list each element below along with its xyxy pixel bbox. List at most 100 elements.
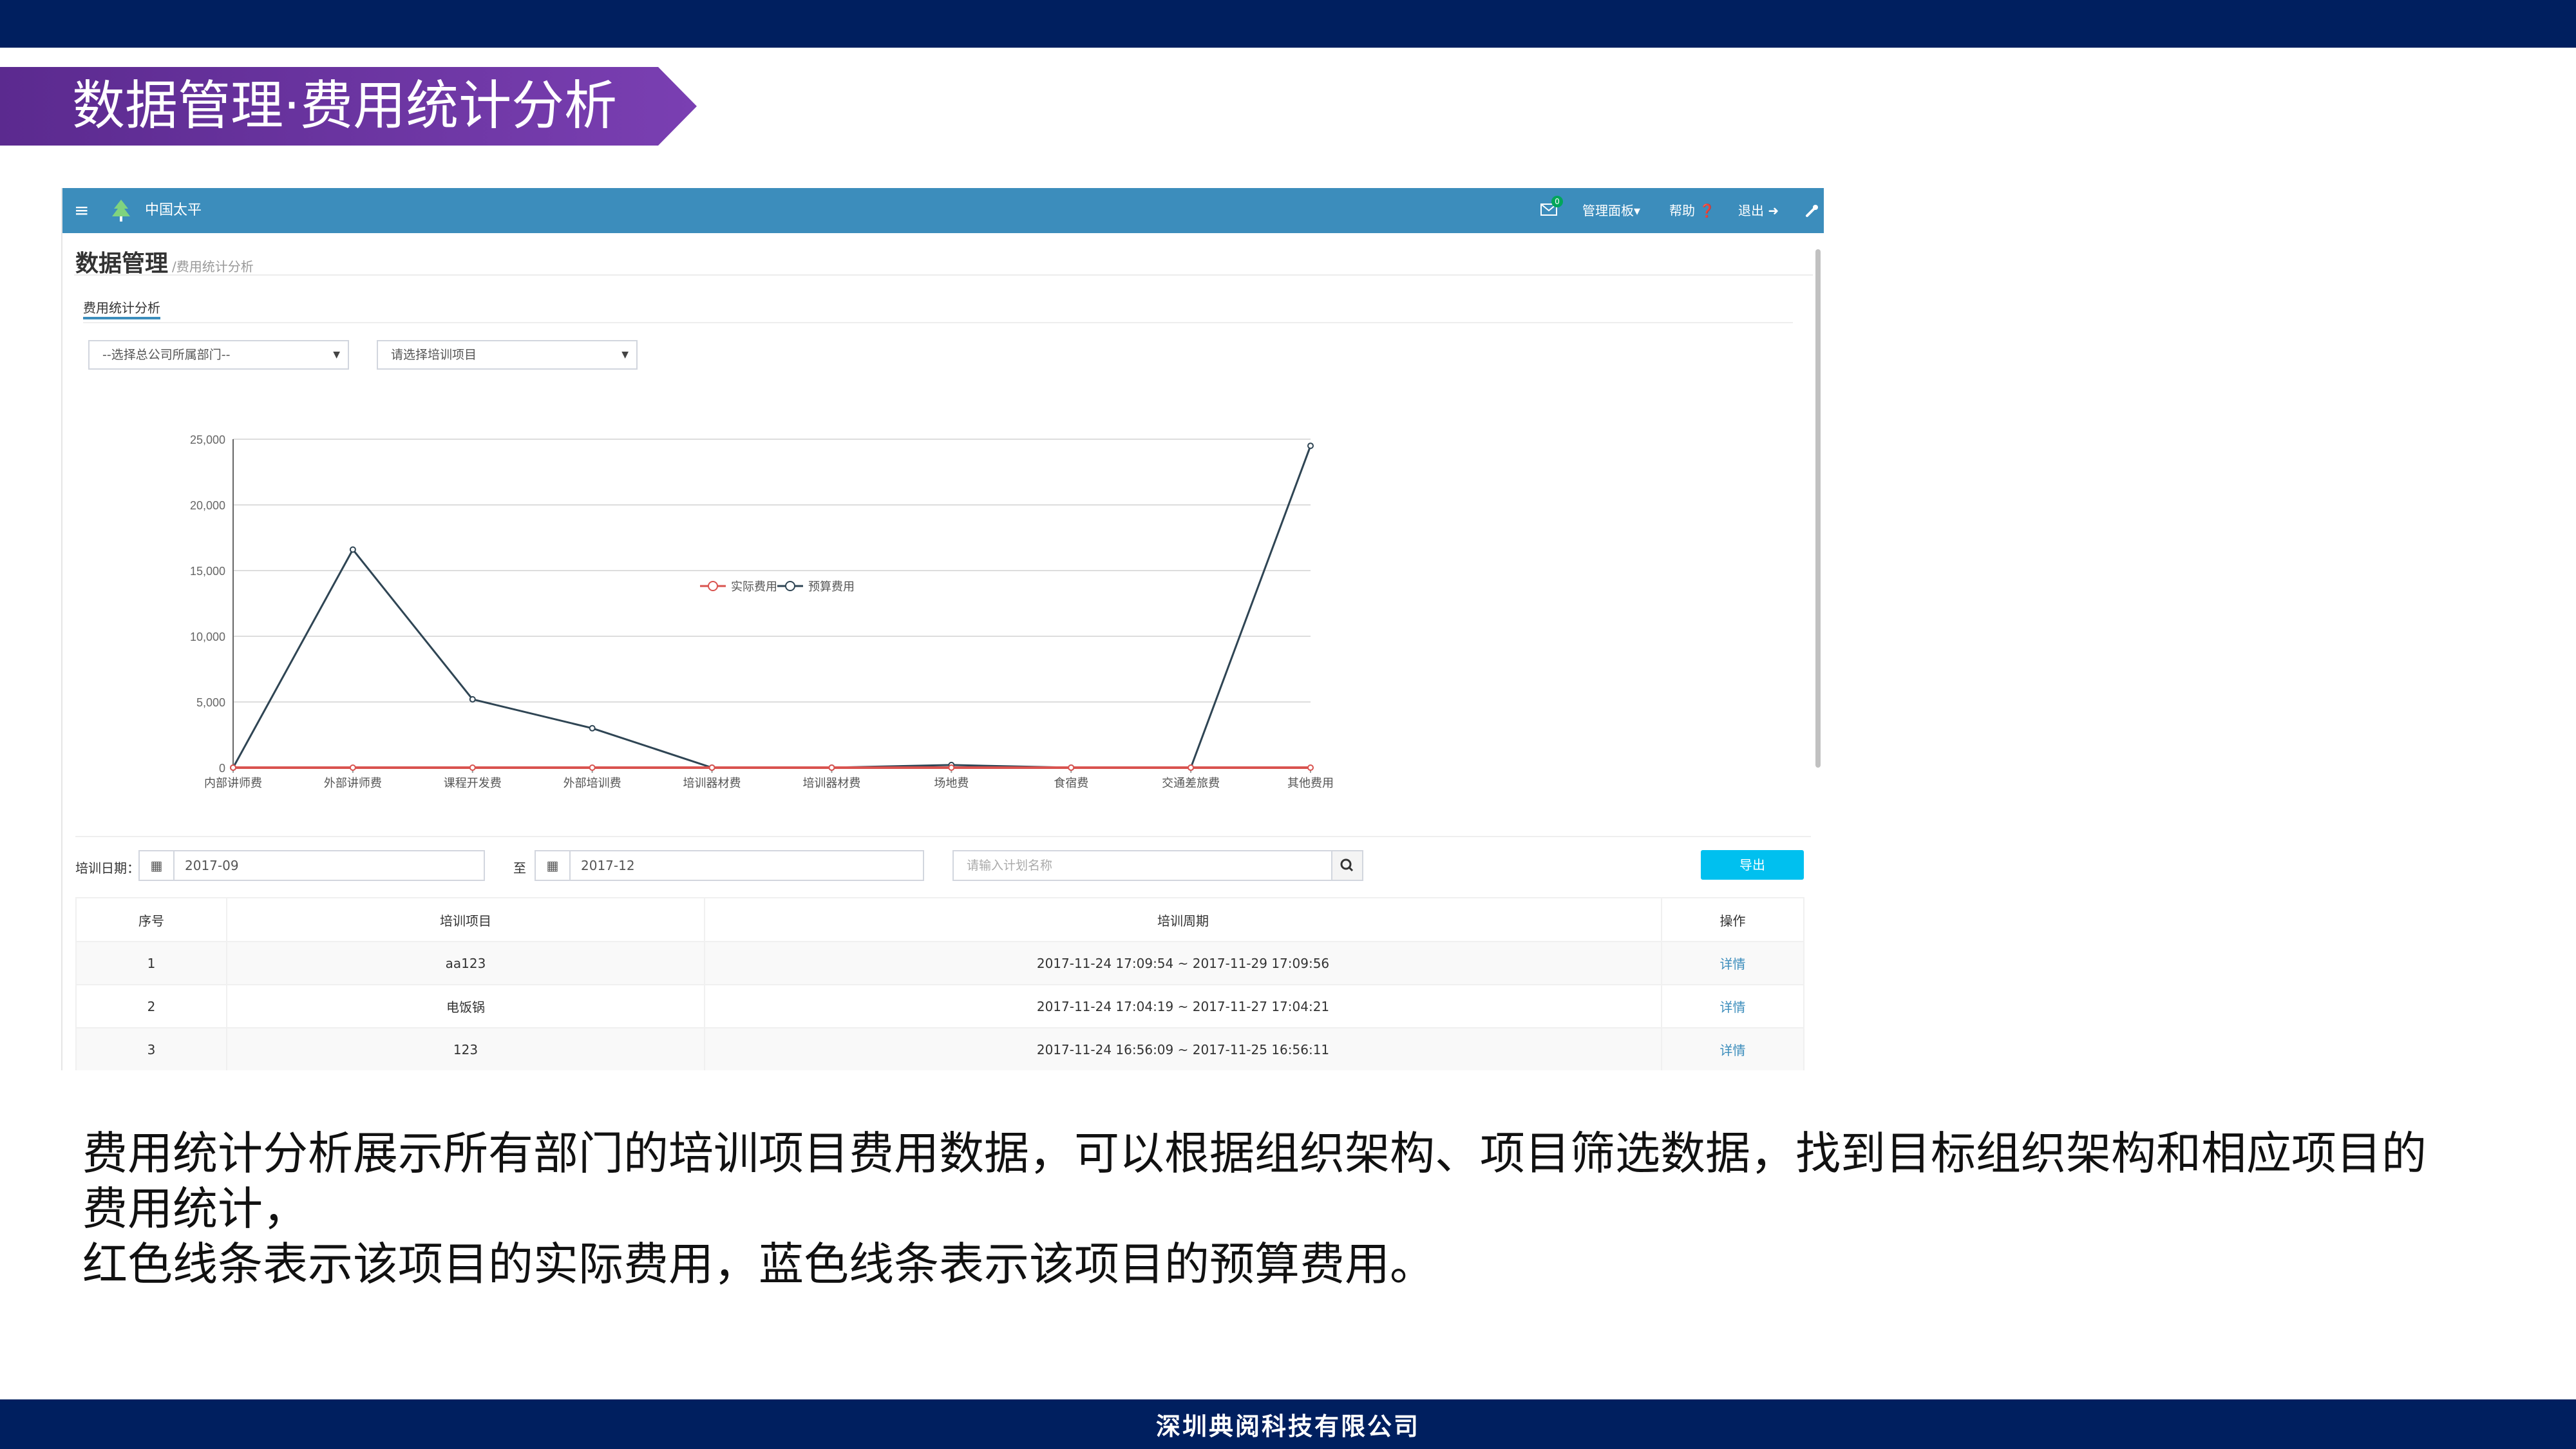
wrench-icon[interactable] <box>1805 204 1819 218</box>
x-tick-label: 培训器材费 <box>802 777 860 790</box>
breadcrumb: /费用统计分析 <box>172 259 254 274</box>
data-point-actual <box>708 764 715 771</box>
cell-project: aa123 <box>226 941 705 985</box>
caret-down-icon: ▼ <box>621 350 629 360</box>
tab-cost-analysis[interactable]: 费用统计分析 <box>83 298 160 316</box>
data-point-budget <box>589 724 596 732</box>
description-line-2: 红色线条表示该项目的实际费用，蓝色线条表示该项目的预算费用。 <box>82 1238 1435 1291</box>
project-select-value: 请选择培训项目 <box>391 348 477 362</box>
app-navbar: ≡ 中国太平 0 管理面板▾ 帮助 ❓ 退出 ➜ <box>62 188 1824 233</box>
app-screenshot: ≡ 中国太平 0 管理面板▾ 帮助 ❓ 退出 ➜ 数据管理/费用统计分析 费用统… <box>61 188 1824 1070</box>
data-point-actual <box>1188 764 1195 771</box>
x-tick-label: 其他费用 <box>1287 777 1334 790</box>
details-link[interactable]: 详情 <box>1720 999 1746 1015</box>
vertical-scrollbar[interactable] <box>1815 249 1821 768</box>
tab-active-indicator <box>83 317 160 319</box>
y-tick-label: 5,000 <box>196 696 225 709</box>
description-line-1: 费用统计分析展示所有部门的培训项目费用数据，可以根据组织架构、项目筛选数据，找到… <box>82 1127 2427 1235</box>
slide-title: 数据管理·费用统计分析 <box>72 75 618 137</box>
date-to-value: 2017-12 <box>581 858 635 873</box>
calendar-icon: ▦ <box>536 851 571 880</box>
to-label: 至 <box>513 860 526 876</box>
date-from-value: 2017-09 <box>185 858 239 873</box>
data-point-actual <box>469 764 476 771</box>
series-line-budget <box>232 445 1312 769</box>
mail-count-badge: 0 <box>1551 196 1563 207</box>
admin-panel-menu[interactable]: 管理面板▾ <box>1582 188 1640 233</box>
top-band <box>0 0 2576 48</box>
hamburger-menu-icon[interactable]: ≡ <box>74 201 92 220</box>
legend-marker <box>785 581 795 591</box>
plan-search-input[interactable]: 请输入计划名称 <box>952 850 1332 881</box>
slide-description: 费用统计分析展示所有部门的培训项目费用数据，可以根据组织架构、项目筛选数据，找到… <box>82 1126 2465 1292</box>
title-banner: 数据管理·费用统计分析 <box>0 67 697 146</box>
tab-divider <box>83 322 1793 323</box>
search-icon <box>1340 858 1354 872</box>
logout-link[interactable]: 退出 ➜ <box>1738 188 1779 233</box>
y-tick-label: 20,000 <box>190 499 225 512</box>
header-divider <box>74 274 1813 276</box>
column-header-project: 培训项目 <box>226 897 705 942</box>
data-point-budget <box>1307 442 1314 450</box>
data-point-actual <box>1307 764 1314 771</box>
x-tick-label: 外部培训费 <box>564 777 621 790</box>
help-link[interactable]: 帮助 ❓ <box>1669 188 1715 233</box>
cell-period: 2017-11-24 17:09:54 ~ 2017-11-29 17:09:5… <box>704 941 1662 985</box>
cell-no: 3 <box>75 1027 227 1070</box>
data-point-actual <box>948 764 955 771</box>
data-point-budget <box>349 546 356 553</box>
department-select-value: --选择总公司所属部门-- <box>102 348 231 362</box>
date-to-field[interactable]: ▦ 2017-12 <box>535 850 924 881</box>
table-row: 3 123 2017-11-24 16:56:09 ~ 2017-11-25 1… <box>75 1027 1804 1070</box>
x-tick-label: 外部讲师费 <box>324 777 382 790</box>
legend-label: 预算费用 <box>808 580 855 594</box>
cell-project: 123 <box>226 1027 705 1070</box>
data-point-actual <box>230 764 236 771</box>
details-link[interactable]: 详情 <box>1720 956 1746 972</box>
cell-project: 电饭锅 <box>226 984 705 1028</box>
x-tick-label: 场地费 <box>934 777 969 790</box>
export-button[interactable]: 导出 <box>1701 850 1804 880</box>
data-point-actual <box>828 764 835 771</box>
cell-no: 2 <box>75 984 227 1028</box>
tree-logo-icon <box>112 200 130 222</box>
y-tick-label: 0 <box>219 762 225 775</box>
training-table: 序号 培训项目 培训周期 操作 1 aa123 2017-11-24 17:09… <box>75 897 1804 1070</box>
project-select[interactable]: 请选择培训项目 ▼ <box>377 340 638 370</box>
company-name: 深圳典阅科技有限公司 <box>1155 1412 1420 1441</box>
x-tick-label: 食宿费 <box>1054 777 1088 790</box>
footer-band: 深圳典阅科技有限公司 <box>0 1399 2576 1449</box>
column-header-period: 培训周期 <box>704 897 1662 942</box>
data-point-budget <box>469 696 476 703</box>
x-tick-label: 交通差旅费 <box>1162 777 1220 790</box>
legend-marker <box>708 581 718 591</box>
table-row: 1 aa123 2017-11-24 17:09:54 ~ 2017-11-29… <box>75 941 1804 985</box>
app-brand: 中国太平 <box>145 202 202 218</box>
data-point-actual <box>589 764 596 771</box>
caret-down-icon: ▼ <box>333 350 340 360</box>
data-point-actual <box>1068 764 1075 771</box>
data-point-actual <box>349 764 356 771</box>
cell-period: 2017-11-24 17:04:19 ~ 2017-11-27 17:04:2… <box>704 984 1662 1028</box>
date-from-field[interactable]: ▦ 2017-09 <box>138 850 485 881</box>
table-row: 2 电饭锅 2017-11-24 17:04:19 ~ 2017-11-27 1… <box>75 984 1804 1028</box>
content-header: 数据管理/费用统计分析 <box>75 245 254 278</box>
table-header-row: 序号 培训项目 培训周期 操作 <box>75 897 1804 942</box>
page-heading: 数据管理 <box>75 251 169 277</box>
column-header-action: 操作 <box>1661 897 1804 942</box>
column-header-no: 序号 <box>75 897 227 942</box>
department-select[interactable]: --选择总公司所属部门-- ▼ <box>88 340 349 370</box>
y-tick-label: 15,000 <box>190 565 225 578</box>
cell-no: 1 <box>75 941 227 985</box>
details-link[interactable]: 详情 <box>1720 1043 1746 1058</box>
search-button[interactable] <box>1331 850 1363 881</box>
calendar-icon: ▦ <box>140 851 175 880</box>
cost-line-chart: 0 5,000 10,000 15,000 20,000 25,000 内部讲师费 外部讲师费… <box>190 433 1334 790</box>
x-tick-label: 课程开发费 <box>444 777 502 790</box>
x-tick-label: 培训器材费 <box>683 777 741 790</box>
chart-divider <box>75 836 1811 837</box>
legend-label: 实际费用 <box>731 580 777 594</box>
training-date-label: 培训日期： <box>75 860 140 876</box>
cell-period: 2017-11-24 16:56:09 ~ 2017-11-25 16:56:1… <box>704 1027 1662 1070</box>
y-tick-label: 25,000 <box>190 433 225 446</box>
